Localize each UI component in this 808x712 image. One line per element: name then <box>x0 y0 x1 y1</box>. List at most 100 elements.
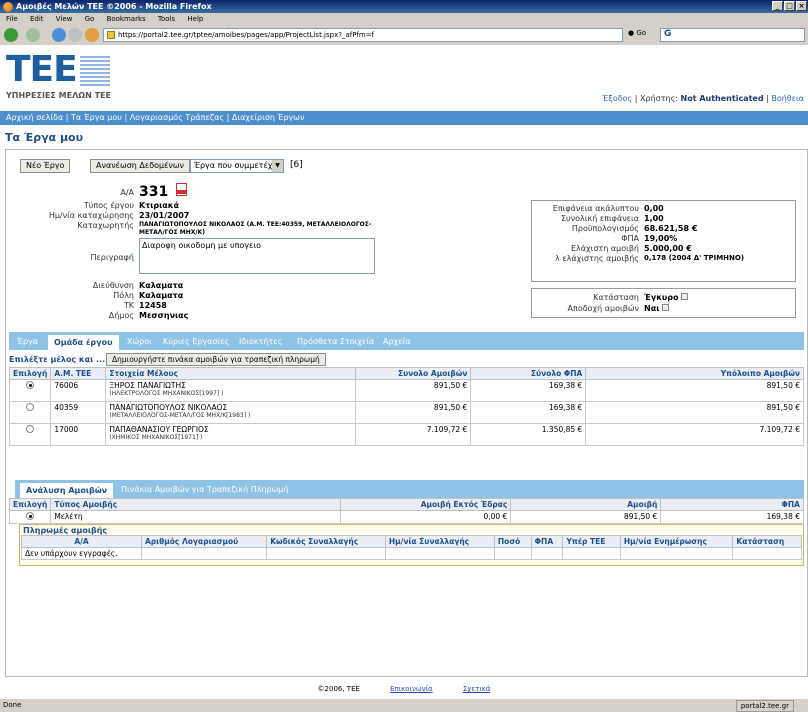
budget-label: Προϋπολογισμός <box>571 224 639 233</box>
fee-type: Μελέτη <box>50 510 342 524</box>
footer: ©2006, ΤΕΕ Επικοινωνία Σχετικά <box>0 685 808 693</box>
city-value: Καλαματα <box>139 291 184 300</box>
tab-fee-analysis[interactable]: Ανάλυση Αμοιβών <box>19 482 115 498</box>
fee-outside: 0,00 € <box>340 510 512 524</box>
menu-tools[interactable]: Tools <box>158 15 175 23</box>
member-radio[interactable] <box>26 403 35 411</box>
select-member-label: Επιλέξτε μέλος και ... <box>9 355 106 364</box>
member-info: ΠΑΠΑΘΑΝΑΣΙΟΥ ΓΕΩΡΓΙΟΣ (ΧΗΜΙΚΟΣ ΜΗΧΑΝΙΚΟΣ[… <box>105 423 357 446</box>
tab-main-works[interactable]: Κύριες Εργασίες <box>157 334 235 350</box>
fee-radio[interactable] <box>26 512 35 520</box>
browser-window: Αμοιβές Μελών ΤΕΕ ©2006 - Mozilla Firefo… <box>0 0 808 712</box>
lambda-label: λ ελάχιστης αμοιβής <box>555 254 639 263</box>
search-box[interactable]: G <box>660 28 805 42</box>
pdf-icon[interactable] <box>176 183 187 196</box>
go-button[interactable]: ● Go <box>628 29 646 37</box>
table-row[interactable]: 40359 ΠΑΝΑΓΙΩΤΟΠΟΥΛΟΣ ΝΙΚΟΛΑΟΣ (ΜΕΤΑΛΛΕΙΟ… <box>8 401 804 424</box>
stop-icon[interactable] <box>68 28 82 42</box>
col-fee-select: Επιλογή <box>8 498 52 511</box>
contact-link[interactable]: Επικοινωνία <box>390 685 432 693</box>
menu-bookmarks[interactable]: Bookmarks <box>107 15 146 23</box>
reload-icon[interactable] <box>52 28 66 42</box>
vat-value: 19,00% <box>644 234 678 243</box>
aa-value: 331 <box>139 184 169 200</box>
member-info: ΠΑΝΑΓΙΩΤΟΠΟΥΛΟΣ ΝΙΚΟΛΑΟΣ (ΜΕΤΑΛΛΕΙΟΛΟΓΟΣ-… <box>105 401 357 424</box>
table-row[interactable]: 17000 ΠΑΠΑΘΑΝΑΣΙΟΥ ΓΕΩΡΓΙΟΣ (ΧΗΜΙΚΟΣ ΜΗΧΑ… <box>8 423 804 446</box>
col-vat: Σύνολο ΦΠΑ <box>470 367 587 380</box>
maximize-button[interactable]: □ <box>784 1 795 11</box>
close-button[interactable]: × <box>796 1 807 11</box>
logo-stripes <box>80 56 110 86</box>
municipality-label: Δήμος <box>108 311 134 320</box>
title-bar: Αμοιβές Μελών ΤΕΕ ©2006 - Mozilla Firefo… <box>0 0 808 13</box>
nav-bank-account[interactable]: Λογαριασμός Τράπεζας <box>130 113 224 122</box>
member-radio[interactable] <box>26 381 35 389</box>
new-project-button[interactable]: Νέο Έργο <box>20 159 71 173</box>
tab-project-team[interactable]: Ομάδα έργου <box>47 334 120 350</box>
navigation-toolbar: https://portal2.tee.gr/tptee/amoibes/pag… <box>0 25 808 44</box>
about-link[interactable]: Σχετικά <box>463 685 491 693</box>
project-filter-select[interactable]: Έργα που συμμετέχω ▼ <box>190 159 284 173</box>
back-icon[interactable] <box>4 28 18 42</box>
col-rest: Υπόλοιπο Αμοιβών <box>585 367 804 380</box>
address-value: Καλαματα <box>139 281 184 290</box>
create-table-button[interactable]: Δημιουργήστε πινάκα αμοιβών για τραπεζικ… <box>106 353 326 366</box>
user-value: Not Authenticated <box>680 94 764 103</box>
payments-table: Α/Α Αριθμός Λογαριασμού Κωδικός Συναλλαγ… <box>21 535 802 560</box>
vat-label: ΦΠΑ <box>621 234 639 243</box>
nav-manage-projects[interactable]: Διαχείριση Έργων <box>232 113 305 122</box>
tab-additional[interactable]: Πρόσθετα Στοιχεία <box>291 334 380 350</box>
col-fee-type: Τύπος Αμοιβής <box>50 498 342 511</box>
menu-file[interactable]: File <box>6 15 18 23</box>
tab-owners[interactable]: Ιδιοκτήτες <box>233 334 288 350</box>
description-field[interactable]: Διαροφη οικοδομη με υπογειο <box>139 238 375 274</box>
member-am: 17000 <box>50 423 107 446</box>
address-label: Διεύθυνση <box>92 281 134 290</box>
help-link[interactable]: Βοήθεια <box>771 94 804 103</box>
payments-empty: Δεν υπάρχουν εγγραφές. <box>21 547 142 560</box>
status-value: Έγκυρο <box>644 293 689 302</box>
main-nav: Αρχική σελίδα | Τα Έργα μου | Λογαριασμό… <box>0 111 808 125</box>
home-icon[interactable] <box>85 28 99 42</box>
menu-help[interactable]: Help <box>187 15 203 23</box>
col-fee: Αμοιβή <box>510 498 662 511</box>
menu-go[interactable]: Go <box>85 15 95 23</box>
col-pay-code: Κωδικός Συναλλαγής <box>266 535 386 548</box>
minimize-button[interactable]: _ <box>772 1 783 11</box>
refresh-button[interactable]: Ανανέωση Δεδομένων <box>90 159 191 173</box>
table-row[interactable]: 76006 ΞΗΡΟΣ ΠΑΝΑΓΙΩΤΗΣ (ΗΛΕΚΤΡΟΛΟΓΟΣ ΜΗΧΑ… <box>8 379 804 402</box>
tab-spaces[interactable]: Χώροι <box>121 334 158 350</box>
nav-home[interactable]: Αρχική σελίδα <box>6 113 63 122</box>
tab-files[interactable]: Αρχεία <box>377 334 416 350</box>
type-label: Τύπος έργου <box>83 201 134 210</box>
col-pay-status: Κατάσταση <box>732 535 802 548</box>
municipality-value: Μεσσηνιας <box>139 311 189 320</box>
user-line: Έξοδος | Χρήστης: Not Authenticated | Βο… <box>602 94 804 103</box>
menu-view[interactable]: View <box>56 15 73 23</box>
status-bar: Done portal2.tee.gr <box>0 698 808 712</box>
min-fee-label: Ελάχιστη αμοιβή <box>570 244 639 253</box>
member-total: 891,50 € <box>355 401 472 424</box>
menu-edit[interactable]: Edit <box>30 15 44 23</box>
lock-icon <box>107 31 115 39</box>
address-bar[interactable]: https://portal2.tee.gr/tptee/amoibes/pag… <box>103 28 623 42</box>
lambda-value: 0,178 (2004 Δ' ΤΡΙΜΗΝΟ) <box>644 254 745 262</box>
member-vat: 169,38 € <box>470 401 587 424</box>
member-radio[interactable] <box>26 425 35 433</box>
forward-icon[interactable] <box>26 28 40 42</box>
zip-value: 12458 <box>139 301 167 310</box>
col-pay-update: Ημ/νία Ενημέρωσης <box>619 535 734 548</box>
col-am: Α.Μ. ΤΕΕ <box>50 367 107 380</box>
nav-my-projects[interactable]: Τα Έργα μου <box>71 113 122 122</box>
exit-link[interactable]: Έξοδος <box>602 94 632 103</box>
fees-header-row: Επιλογή Τύπος Αμοιβής Αμοιβή Εκτός Έδρας… <box>8 498 804 511</box>
member-vat: 1.350,85 € <box>470 423 587 446</box>
address-url: https://portal2.tee.gr/tptee/amoibes/pag… <box>118 31 375 39</box>
table-row[interactable]: Μελέτη 0,00 € 891,50 € 169,38 € <box>8 510 804 524</box>
col-pay-tee: Υπέρ ΤΕΕ <box>562 535 621 548</box>
tab-fee-tables[interactable]: Πινάκια Αμοιβών για Τραπεζική Πληρωμή <box>115 482 294 498</box>
tab-projects[interactable]: Έργα <box>11 334 44 350</box>
member-am: 76006 <box>50 379 107 402</box>
min-fee-value: 5.000,00 € <box>644 244 692 253</box>
window-title: Αμοιβές Μελών ΤΕΕ ©2006 - Mozilla Firefo… <box>16 2 212 11</box>
